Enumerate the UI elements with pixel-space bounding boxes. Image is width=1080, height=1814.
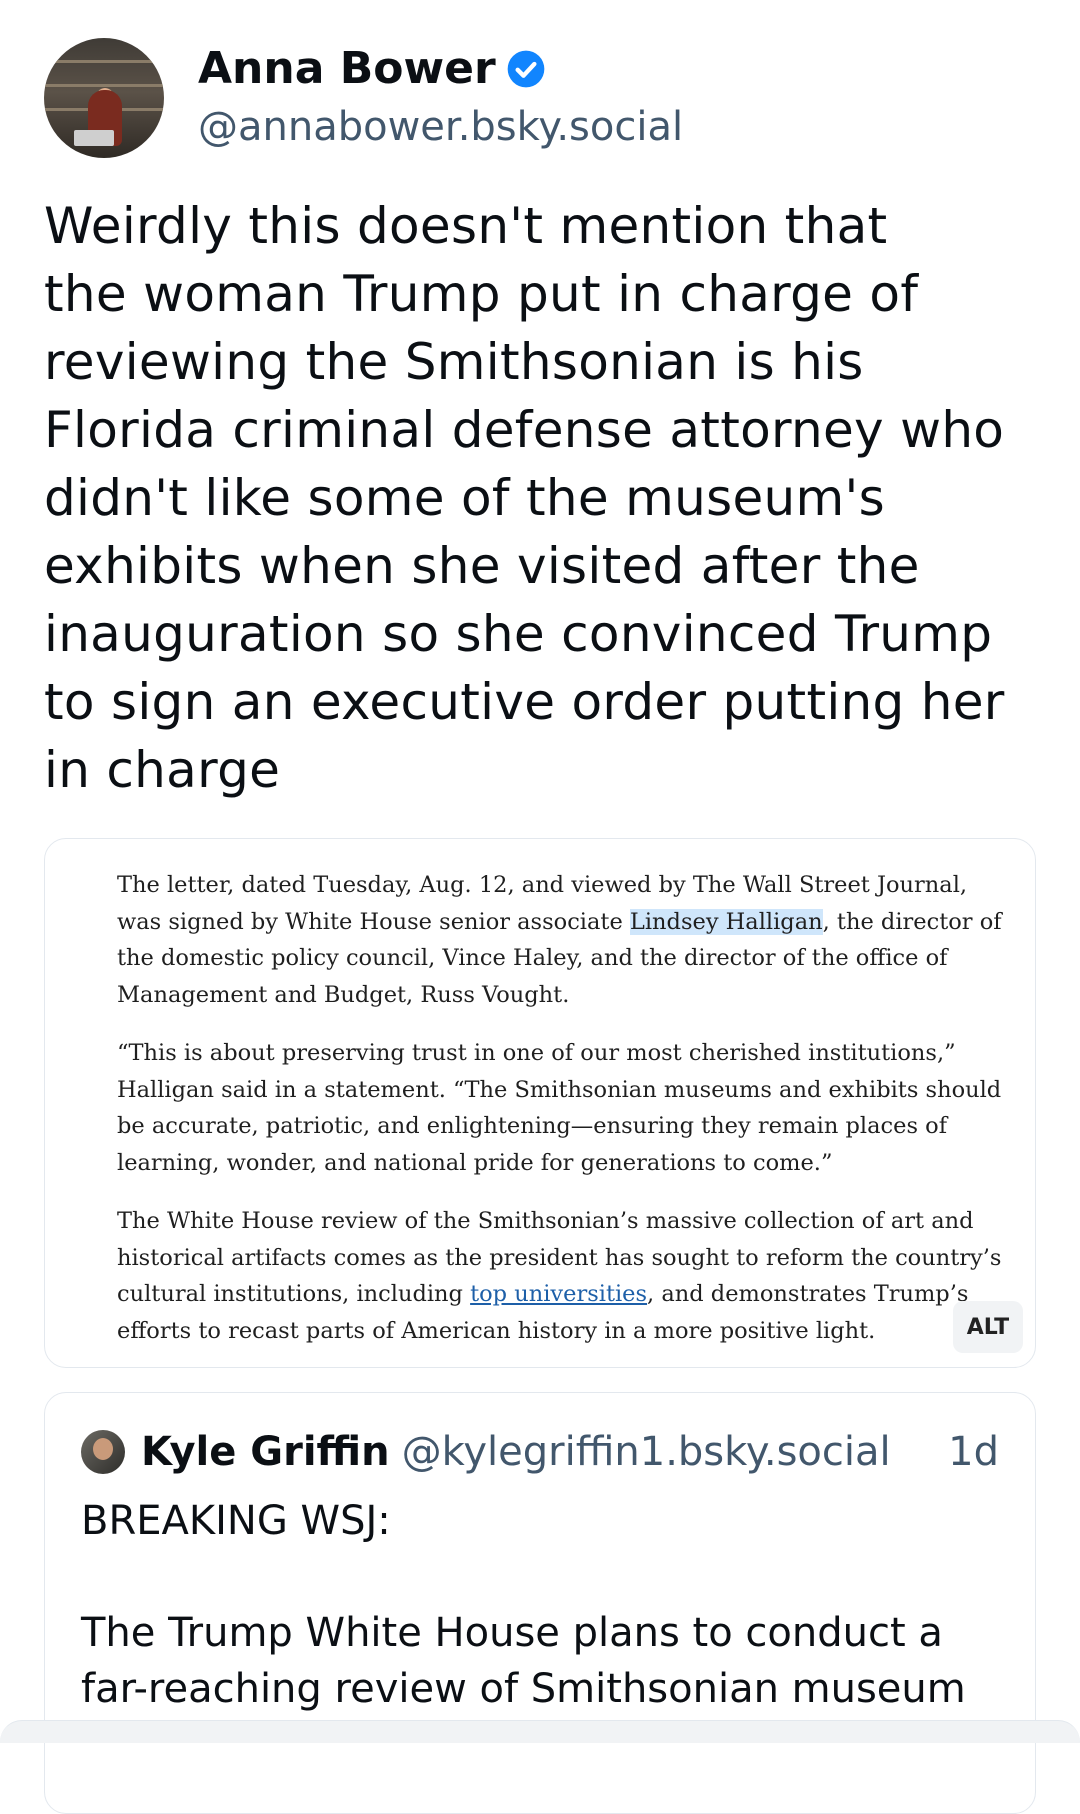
article-screenshot: The letter, dated Tuesday, Aug. 12, and … bbox=[117, 867, 1017, 1367]
verified-check-icon bbox=[507, 50, 545, 88]
alt-text-button[interactable]: ALT bbox=[953, 1301, 1023, 1353]
article-link: top universities bbox=[470, 1281, 648, 1307]
embedded-image[interactable]: The letter, dated Tuesday, Aug. 12, and … bbox=[44, 838, 1036, 1368]
article-paragraph-3: The White House review of the Smithsonia… bbox=[117, 1203, 1017, 1349]
post-header: Anna Bower @annabower.bsky.social bbox=[44, 38, 683, 158]
quoted-post-header: Kyle Griffin @kylegriffin1.bsky.social 1… bbox=[81, 1429, 999, 1475]
quoted-author-avatar[interactable] bbox=[81, 1430, 125, 1474]
highlighted-name: Lindsey Halligan bbox=[629, 908, 823, 935]
quoted-author-handle[interactable]: @kylegriffin1.bsky.social bbox=[402, 1429, 891, 1475]
quoted-post-text: BREAKING WSJ: The Trump White House plan… bbox=[81, 1498, 966, 1712]
quoted-post-time[interactable]: 1d bbox=[948, 1429, 999, 1475]
author-name-row[interactable]: Anna Bower bbox=[198, 43, 683, 95]
quoted-author-name[interactable]: Kyle Griffin bbox=[141, 1429, 390, 1475]
author-avatar[interactable] bbox=[44, 38, 164, 158]
author-handle[interactable]: @annabower.bsky.social bbox=[198, 101, 683, 153]
author-display-name[interactable]: Anna Bower bbox=[198, 43, 496, 95]
article-paragraph-1: The letter, dated Tuesday, Aug. 12, and … bbox=[117, 867, 1017, 1013]
article-paragraph-2: “This is about preserving trust in one o… bbox=[117, 1040, 1002, 1176]
quoted-post[interactable]: Kyle Griffin @kylegriffin1.bsky.social 1… bbox=[44, 1392, 1036, 1814]
author-info: Anna Bower @annabower.bsky.social bbox=[198, 43, 683, 153]
post-text: Weirdly this doesn't mention that the wo… bbox=[44, 197, 1005, 799]
bottom-bar-edge bbox=[0, 1720, 1080, 1743]
